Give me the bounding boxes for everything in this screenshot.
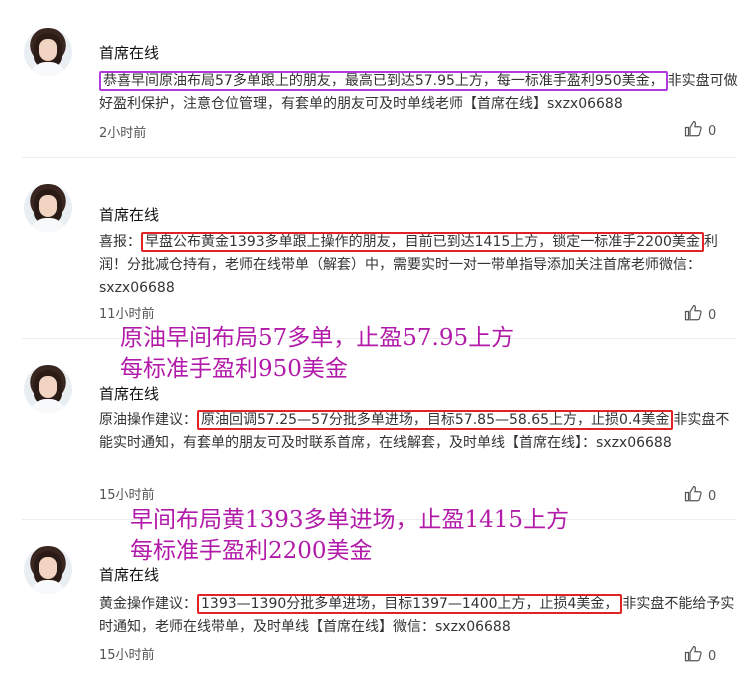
comment-text: 黄金操作建议： 1393—1390分批多单进场，目标1397—1400上方，止损4… (99, 593, 739, 639)
timestamp: 15小时前 (99, 488, 155, 503)
like-button[interactable]: 0 (684, 645, 716, 667)
comment-prefix: 喜报： (99, 234, 141, 250)
like-count: 0 (708, 307, 717, 323)
author-name[interactable]: 首席在线 (99, 42, 159, 63)
author-name[interactable]: 首席在线 (99, 564, 159, 585)
avatar[interactable] (24, 28, 72, 76)
highlight-box: 恭喜早间原油布局57多单跟上的朋友，最高已到达57.95上方，每一标准手盈利95… (99, 71, 668, 91)
timestamp: 2小时前 (99, 126, 147, 141)
author-name[interactable]: 首席在线 (99, 383, 159, 404)
comment-prefix: 原油操作建议： (99, 412, 197, 428)
timestamp: 15小时前 (99, 648, 155, 663)
overlay-line: 每标准手盈利950美金 (120, 356, 348, 382)
overlay-line: 每标准手盈利2200美金 (130, 538, 373, 564)
highlight-box: 早盘公布黄金1393多单跟上操作的朋友，目前已到达1415上方，锁定一标准手22… (141, 232, 704, 252)
thumbs-up-icon (684, 304, 702, 326)
comment-text: 恭喜早间原油布局57多单跟上的朋友，最高已到达57.95上方，每一标准手盈利95… (99, 70, 739, 116)
like-button[interactable]: 0 (684, 120, 716, 142)
avatar[interactable] (24, 184, 72, 232)
overlay-line: 早间布局黄1393多单进场，止盈1415上方 (130, 507, 570, 533)
thumbs-up-icon (684, 645, 702, 667)
timestamp: 11小时前 (99, 307, 155, 322)
overlay-annotation: 早间布局黄1393多单进场，止盈1415上方 每标准手盈利2200美金 (130, 505, 569, 567)
thumbs-up-icon (684, 120, 702, 142)
like-count: 0 (708, 488, 717, 504)
comment-prefix: 黄金操作建议： (99, 596, 197, 612)
avatar[interactable] (24, 365, 72, 413)
like-count: 0 (708, 648, 717, 664)
like-button[interactable]: 0 (684, 304, 716, 326)
overlay-line: 原油早间布局57多单，止盈57.95上方 (120, 325, 515, 351)
divider (22, 157, 736, 158)
avatar[interactable] (24, 546, 72, 594)
highlight-box: 1393—1390分批多单进场，目标1397—1400上方，止损4美金， (197, 594, 623, 614)
thumbs-up-icon (684, 485, 702, 507)
highlight-box: 原油回调57.25—57分批多单进场，目标57.85—58.65上方，止损0.4… (197, 410, 674, 430)
comment-text: 喜报： 早盘公布黄金1393多单跟上操作的朋友，目前已到达1415上方，锁定一标准… (99, 231, 739, 300)
like-button[interactable]: 0 (684, 485, 716, 507)
comment-text: 原油操作建议： 原油回调57.25—57分批多单进场，目标57.85—58.65上… (99, 409, 739, 455)
like-count: 0 (708, 123, 717, 139)
overlay-annotation: 原油早间布局57多单，止盈57.95上方 每标准手盈利950美金 (120, 323, 514, 385)
author-name[interactable]: 首席在线 (99, 204, 159, 225)
